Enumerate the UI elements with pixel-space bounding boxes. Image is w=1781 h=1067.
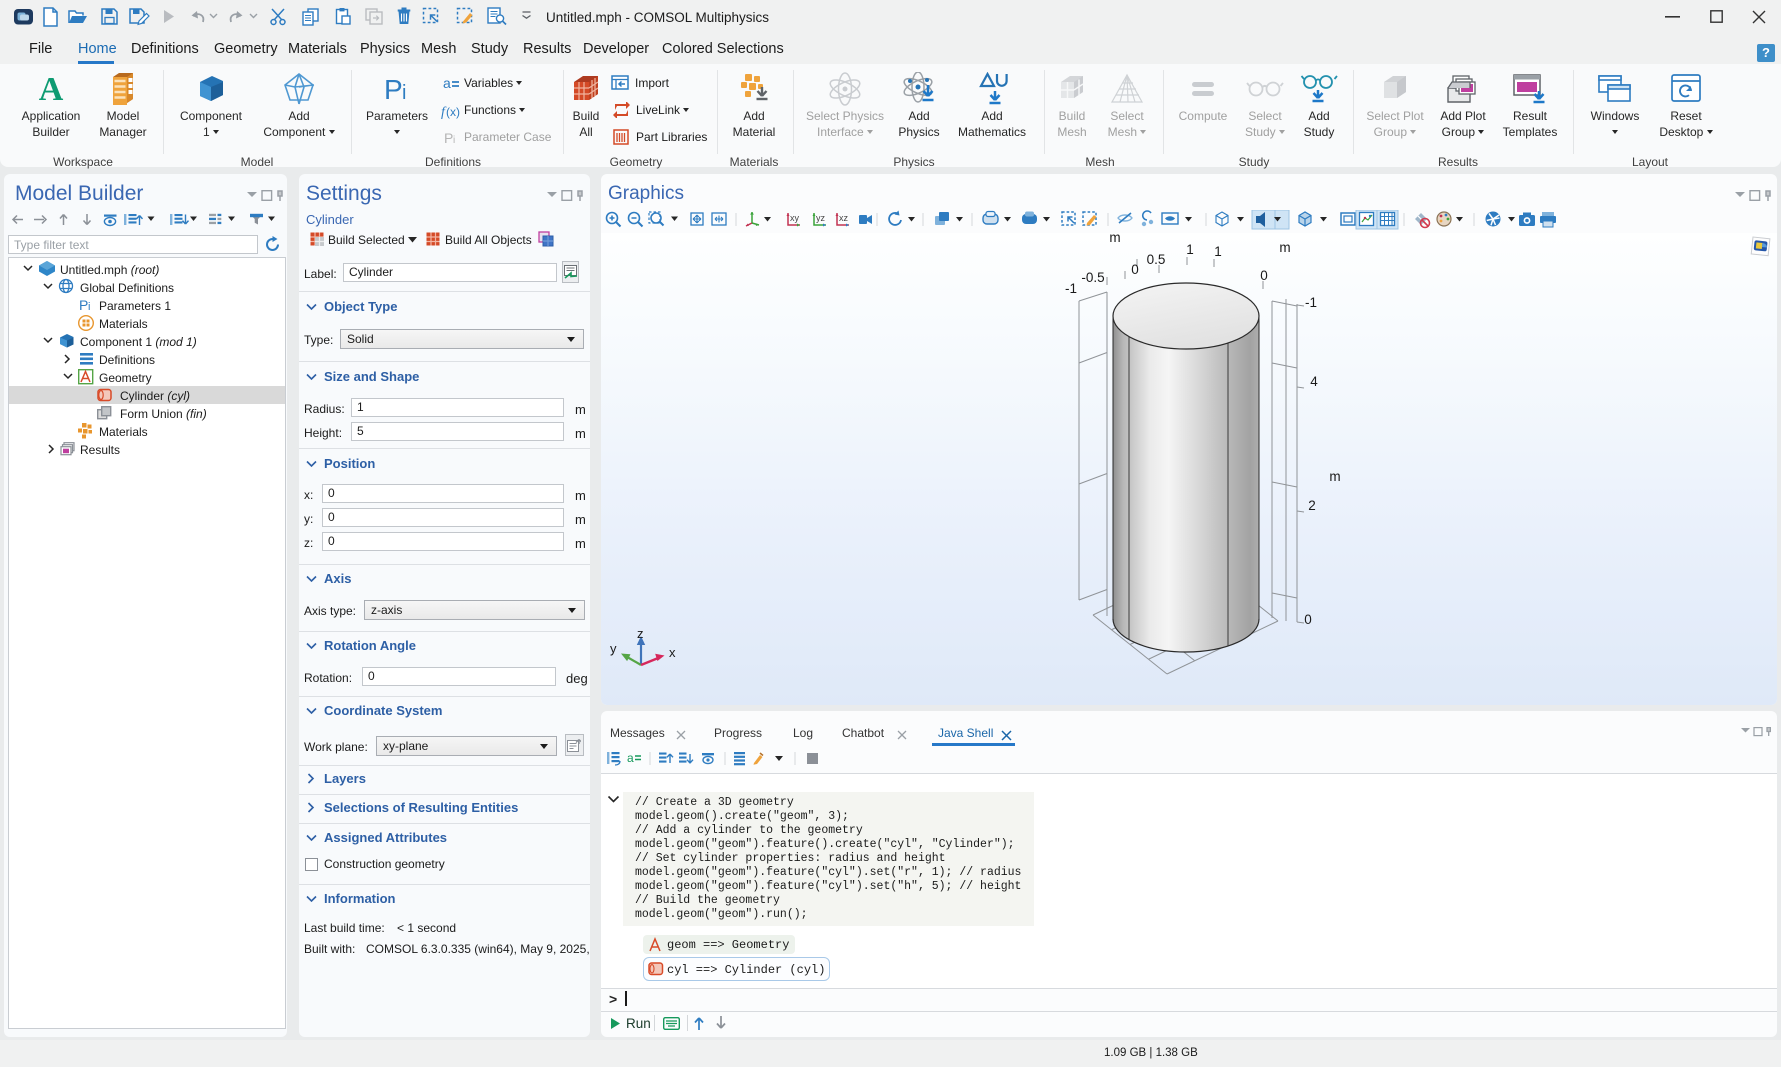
svg-text:xy: xy — [790, 213, 800, 223]
svg-text:m: m — [1329, 469, 1340, 484]
svg-text:z: z — [637, 626, 644, 641]
svg-text:P: P — [384, 74, 403, 105]
svg-text:1: 1 — [1214, 244, 1222, 259]
svg-text:yz: yz — [816, 213, 826, 223]
svg-text:m: m — [1109, 233, 1120, 245]
svg-text:0.5: 0.5 — [1147, 252, 1166, 267]
svg-text:-1: -1 — [1305, 295, 1317, 310]
svg-text:m: m — [1279, 240, 1290, 255]
svg-text:i: i — [88, 301, 90, 313]
svg-text:(x): (x) — [446, 105, 460, 119]
svg-text:xz: xz — [839, 213, 849, 223]
svg-text:2: 2 — [1308, 498, 1316, 513]
svg-text:0: 0 — [1131, 262, 1139, 277]
svg-text:i: i — [453, 135, 455, 146]
svg-text:-1: -1 — [1065, 281, 1077, 296]
svg-text:4: 4 — [1310, 374, 1318, 389]
svg-text:A: A — [39, 72, 64, 106]
svg-text:1: 1 — [1186, 242, 1194, 257]
svg-text:x: x — [669, 645, 676, 660]
svg-text:i: i — [402, 82, 406, 104]
svg-text:y: y — [610, 641, 617, 656]
svg-text:P: P — [444, 131, 453, 146]
svg-text:-0.5: -0.5 — [1081, 270, 1104, 285]
svg-text:a: a — [627, 751, 634, 765]
svg-text:P: P — [79, 297, 88, 313]
svg-text:a: a — [443, 77, 451, 91]
svg-text:0: 0 — [1260, 268, 1268, 283]
svg-text:0: 0 — [1304, 612, 1312, 627]
